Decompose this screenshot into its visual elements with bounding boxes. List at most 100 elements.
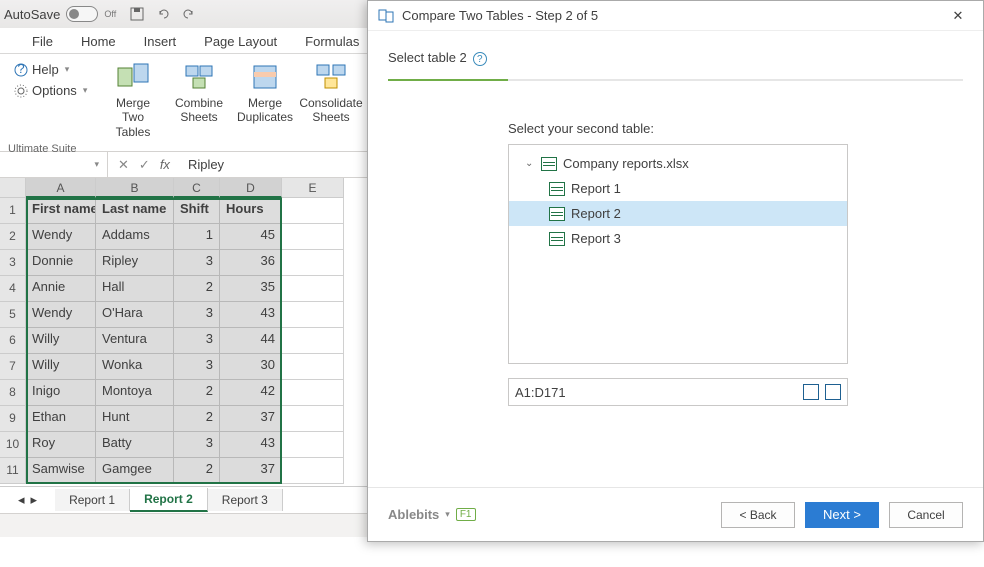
table-cell[interactable]: Batty — [96, 432, 174, 458]
column-header-A[interactable]: A — [26, 178, 96, 198]
table-cell[interactable]: Willy — [26, 328, 96, 354]
table-cell[interactable]: 36 — [220, 250, 282, 276]
row-header-7[interactable]: 7 — [0, 354, 26, 380]
tree-file-row[interactable]: ⌄ Company reports.xlsx — [509, 151, 847, 176]
table-cell[interactable]: Wonka — [96, 354, 174, 380]
row-header-2[interactable]: 2 — [0, 224, 26, 250]
dialog-close-button[interactable]: ✕ — [943, 7, 973, 24]
table-cell[interactable]: 2 — [174, 380, 220, 406]
tab-page-layout[interactable]: Page Layout — [192, 30, 289, 53]
table-cell[interactable]: 30 — [220, 354, 282, 380]
select-all-corner[interactable] — [0, 178, 26, 198]
table-cell[interactable]: 44 — [220, 328, 282, 354]
table-cell[interactable]: 35 — [220, 276, 282, 302]
sheet-nav[interactable]: ◂▸ — [18, 492, 37, 508]
row-header-11[interactable]: 11 — [0, 458, 26, 484]
empty-cell[interactable] — [282, 328, 344, 354]
table-tree[interactable]: ⌄ Company reports.xlsx Report 1Report 2R… — [508, 144, 848, 364]
table-cell[interactable]: Inigo — [26, 380, 96, 406]
table-cell[interactable]: 2 — [174, 406, 220, 432]
table-header[interactable]: Last name — [96, 198, 174, 224]
table-cell[interactable]: Hall — [96, 276, 174, 302]
table-cell[interactable]: 42 — [220, 380, 282, 406]
table-cell[interactable]: 37 — [220, 458, 282, 484]
table-cell[interactable]: 3 — [174, 250, 220, 276]
fx-icon[interactable]: fx — [160, 157, 170, 172]
chevron-down-icon[interactable]: ⌄ — [525, 158, 535, 169]
merge-two-tables-button[interactable]: Merge Two Tables — [102, 58, 164, 141]
table-cell[interactable]: Gamgee — [96, 458, 174, 484]
options-button[interactable]: Options ▾ — [12, 81, 94, 100]
table-cell[interactable]: 3 — [174, 302, 220, 328]
empty-cell[interactable] — [282, 458, 344, 484]
column-header-D[interactable]: D — [220, 178, 282, 198]
cancel-formula-icon[interactable]: ✕ — [118, 157, 129, 173]
table-header[interactable]: Shift — [174, 198, 220, 224]
sheet-tab-report1[interactable]: Report 1 — [55, 489, 130, 511]
row-header-9[interactable]: 9 — [0, 406, 26, 432]
nav-next-icon[interactable]: ▸ — [31, 492, 38, 508]
row-header-6[interactable]: 6 — [0, 328, 26, 354]
tab-formulas[interactable]: Formulas — [293, 30, 371, 53]
empty-cell[interactable] — [282, 432, 344, 458]
table-cell[interactable]: Donnie — [26, 250, 96, 276]
tab-insert[interactable]: Insert — [132, 30, 189, 53]
table-cell[interactable]: Ventura — [96, 328, 174, 354]
table-cell[interactable]: 45 — [220, 224, 282, 250]
cancel-button[interactable]: Cancel — [889, 502, 963, 528]
empty-cell[interactable] — [282, 198, 344, 224]
column-header-E[interactable]: E — [282, 178, 344, 198]
empty-cell[interactable] — [282, 302, 344, 328]
table-cell[interactable]: Willy — [26, 354, 96, 380]
save-icon[interactable] — [124, 1, 150, 27]
range-value[interactable]: A1:D171 — [515, 385, 566, 400]
nav-prev-icon[interactable]: ◂ — [18, 492, 25, 508]
accept-formula-icon[interactable]: ✓ — [139, 157, 150, 173]
row-header-5[interactable]: 5 — [0, 302, 26, 328]
table-cell[interactable]: 43 — [220, 432, 282, 458]
empty-cell[interactable] — [282, 406, 344, 432]
table-cell[interactable]: Montoya — [96, 380, 174, 406]
column-header-B[interactable]: B — [96, 178, 174, 198]
tree-report-row[interactable]: Report 3 — [509, 226, 847, 251]
sheet-tab-report3[interactable]: Report 3 — [208, 489, 283, 511]
empty-cell[interactable] — [282, 354, 344, 380]
table-header[interactable]: First name — [26, 198, 96, 224]
tree-report-row[interactable]: Report 2 — [509, 201, 847, 226]
table-cell[interactable]: Hunt — [96, 406, 174, 432]
autosave-toggle[interactable] — [66, 6, 98, 22]
row-header-4[interactable]: 4 — [0, 276, 26, 302]
column-header-C[interactable]: C — [174, 178, 220, 198]
table-cell[interactable]: Roy — [26, 432, 96, 458]
row-header-3[interactable]: 3 — [0, 250, 26, 276]
table-cell[interactable]: Samwise — [26, 458, 96, 484]
row-header-8[interactable]: 8 — [0, 380, 26, 406]
table-header[interactable]: Hours — [220, 198, 282, 224]
redo-icon[interactable] — [176, 1, 202, 27]
table-cell[interactable]: O'Hara — [96, 302, 174, 328]
table-cell[interactable]: Ethan — [26, 406, 96, 432]
table-cell[interactable]: 2 — [174, 458, 220, 484]
tab-file[interactable]: File — [20, 30, 65, 53]
autosave-control[interactable]: AutoSave Off — [4, 6, 116, 22]
merge-duplicates-button[interactable]: Merge Duplicates — [234, 58, 296, 141]
table-cell[interactable]: 2 — [174, 276, 220, 302]
table-cell[interactable]: 43 — [220, 302, 282, 328]
table-cell[interactable]: Wendy — [26, 224, 96, 250]
expand-range-icon[interactable] — [803, 384, 819, 400]
help-icon[interactable]: ? — [473, 52, 487, 66]
table-cell[interactable]: 3 — [174, 328, 220, 354]
tree-report-row[interactable]: Report 1 — [509, 176, 847, 201]
table-cell[interactable]: 1 — [174, 224, 220, 250]
consolidate-sheets-button[interactable]: Consolidate Sheets — [300, 58, 362, 141]
table-cell[interactable]: Addams — [96, 224, 174, 250]
empty-cell[interactable] — [282, 250, 344, 276]
name-box[interactable]: ▾ — [0, 152, 108, 177]
next-button[interactable]: Next > — [805, 502, 879, 528]
empty-cell[interactable] — [282, 224, 344, 250]
table-cell[interactable]: 3 — [174, 354, 220, 380]
combine-sheets-button[interactable]: Combine Sheets — [168, 58, 230, 141]
back-button[interactable]: < Back — [721, 502, 795, 528]
table-cell[interactable]: 3 — [174, 432, 220, 458]
row-header-10[interactable]: 10 — [0, 432, 26, 458]
